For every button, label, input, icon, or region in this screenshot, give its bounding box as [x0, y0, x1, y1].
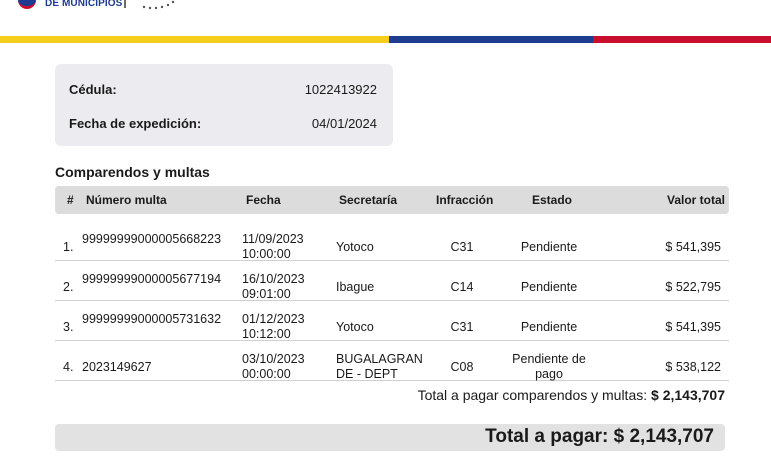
cedula-label: Cédula:	[69, 82, 117, 97]
expedicion-label: Fecha de expedición:	[69, 116, 202, 131]
column-header-valor: Valor total	[666, 193, 725, 207]
fine-infraccion: C14	[450, 280, 474, 294]
fine-secretaria: Ibague	[336, 280, 375, 294]
fine-date: 16/10/2023 09:01:00	[242, 272, 305, 301]
fine-valor: $ 538,122	[665, 360, 721, 374]
table-row[interactable]: 1. 99999999000005668223 11/09/2023 10:00…	[55, 220, 729, 261]
logo-text: DE MUNICIPIOS	[45, 0, 123, 9]
row-index: 2.	[63, 280, 74, 294]
identity-card: Cédula: 1022413922 Fecha de expedición: …	[55, 64, 393, 146]
fine-infraccion: C31	[450, 320, 474, 334]
fine-valor: $ 541,395	[665, 240, 721, 254]
logo-divider	[124, 0, 126, 8]
fine-estado: Pendiente	[520, 240, 578, 254]
subtotal-value: $ 2,143,707	[651, 387, 725, 403]
section-title: Comparendos y multas	[55, 164, 210, 180]
fine-valor: $ 541,395	[665, 320, 721, 334]
fine-infraccion: C31	[450, 240, 474, 254]
subtotal-label: Total a pagar comparendos y multas:	[417, 387, 648, 403]
page-header: DE MUNICIPIOS	[0, 0, 771, 46]
subtotal-line: Total a pagar comparendos y multas: $ 2,…	[418, 387, 725, 403]
total-label: Total a pagar:	[485, 426, 609, 447]
fine-date: 03/10/2023 00:00:00	[242, 352, 305, 381]
fine-date: 01/12/2023 10:12:00	[242, 312, 305, 341]
fine-number: 99999999000005731632	[82, 312, 222, 326]
fine-secretaria: Yotoco	[336, 240, 374, 254]
fine-secretaria: Yotoco	[336, 320, 374, 334]
row-index: 1.	[63, 240, 74, 254]
column-header-index: #	[67, 193, 74, 207]
stars-logo-icon	[142, 0, 175, 10]
column-header-secretaria: Secretaría	[339, 193, 398, 207]
federation-logo-icon	[18, 0, 36, 9]
table-row[interactable]: 2. 99999999000005677194 16/10/2023 09:01…	[55, 260, 729, 301]
fine-estado: Pendiente de pago	[512, 352, 586, 381]
total-bar: Total a pagar: $ 2,143,707	[55, 424, 725, 451]
flag-stripe-yellow	[0, 36, 389, 43]
column-header-numero: Número multa	[86, 193, 167, 207]
table-row[interactable]: 4. 2023149627 03/10/2023 00:00:00 BUGALA…	[55, 340, 729, 381]
fine-infraccion: C08	[450, 360, 474, 374]
fine-date: 11/09/2023 10:00:00	[242, 232, 304, 261]
total-text: Total a pagar: $ 2,143,707	[485, 426, 714, 448]
total-value: $ 2,143,707	[613, 426, 714, 447]
column-header-estado: Estado	[532, 193, 573, 207]
fine-number: 99999999000005668223	[82, 232, 222, 246]
fine-number: 2023149627	[82, 360, 152, 374]
column-header-fecha: Fecha	[246, 193, 281, 207]
row-index: 3.	[63, 320, 74, 334]
cedula-value: 1022413922	[304, 82, 377, 97]
fine-estado: Pendiente	[520, 320, 578, 334]
expedicion-value: 04/01/2024	[311, 116, 377, 131]
fine-valor: $ 522,795	[665, 280, 721, 294]
column-header-infraccion: Infracción	[436, 193, 494, 207]
table-row[interactable]: 3. 99999999000005731632 01/12/2023 10:12…	[55, 300, 729, 341]
fine-number: 99999999000005677194	[82, 272, 222, 286]
fine-estado: Pendiente	[520, 280, 578, 294]
row-index: 4.	[63, 360, 74, 374]
flag-stripe-red	[593, 36, 771, 43]
fine-secretaria: BUGALAGRAN DE - DEPT	[336, 352, 423, 381]
flag-stripe-blue	[389, 36, 593, 43]
table-header: # Número multa Fecha Secretaría Infracci…	[55, 186, 729, 214]
